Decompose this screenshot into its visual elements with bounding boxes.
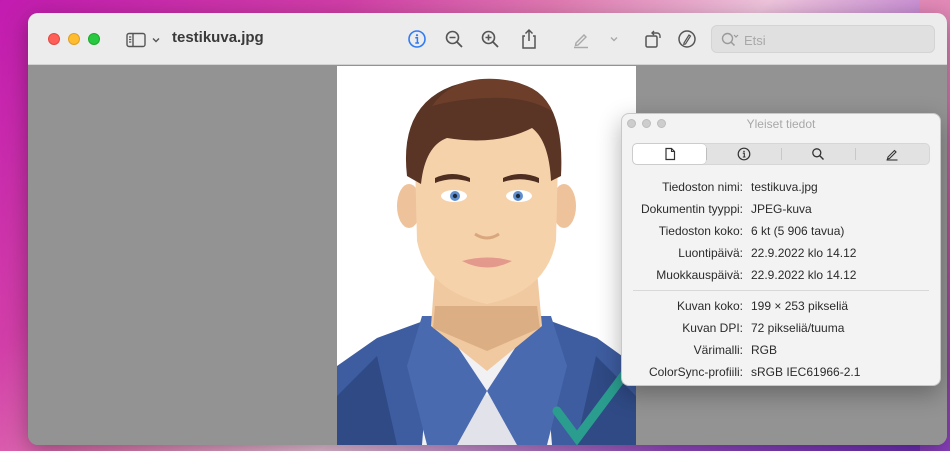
zoom-out-button[interactable] — [442, 27, 466, 51]
tab-keywords[interactable] — [782, 144, 855, 164]
markup-toolbar-button[interactable] — [675, 27, 699, 51]
info-value: 199 × 253 pikseliä — [751, 299, 849, 313]
zoom-in-button[interactable] — [478, 27, 502, 51]
inspector-titlebar: Yleiset tiedot — [622, 114, 940, 134]
markup-pen-icon — [574, 34, 588, 49]
search-icon — [721, 32, 739, 47]
portrait-illustration — [337, 66, 636, 445]
minimize-button[interactable] — [68, 33, 80, 45]
zoom-out-icon — [445, 30, 463, 48]
search-field[interactable] — [711, 25, 935, 53]
info-value: 6 kt (5 906 tavua) — [751, 224, 845, 238]
info-row-file-name: Tiedoston nimi: testikuva.jpg — [622, 176, 940, 198]
sidebar-icon — [126, 32, 146, 48]
info-row-color-model: Värimalli: RGB — [622, 339, 940, 361]
info-value: sRGB IEC61966-2.1 — [751, 365, 861, 379]
sidebar-toggle-button[interactable] — [126, 30, 162, 50]
share-button[interactable] — [517, 27, 541, 51]
info-value: RGB — [751, 343, 778, 357]
info-label: ColorSync-profiili: — [648, 365, 743, 379]
chevron-down-icon — [152, 38, 160, 43]
chevron-down-icon — [610, 37, 618, 42]
search-icon — [812, 148, 825, 160]
zoom-in-icon — [481, 30, 499, 48]
info-icon — [408, 30, 426, 48]
info-label: Kuvan DPI: — [682, 321, 743, 335]
info-label: Tiedoston koko: — [658, 224, 743, 238]
search-input[interactable] — [744, 29, 924, 51]
toolbar: testikuva.jpg — [28, 13, 947, 65]
window-title: testikuva.jpg — [172, 29, 264, 46]
markup-menu-button[interactable] — [606, 27, 622, 51]
info-label: Värimalli: — [693, 343, 743, 357]
inspector-panel: Yleiset tiedot Tiedoston nimi: testikuva… — [621, 113, 941, 386]
info-value: 22.9.2022 klo 14.12 — [751, 246, 857, 260]
tab-annotations[interactable] — [856, 144, 929, 164]
info-row-document-type: Dokumentin tyyppi: JPEG-kuva — [622, 198, 940, 220]
share-icon — [522, 28, 536, 49]
info-label: Muokkauspäivä: — [656, 268, 743, 282]
info-label: Tiedoston nimi: — [662, 180, 743, 194]
inspector-tabs — [632, 143, 930, 165]
info-value: JPEG-kuva — [751, 202, 812, 216]
info-button[interactable] — [405, 27, 429, 51]
info-row-image-dpi: Kuvan DPI: 72 pikseliä/tuuma — [622, 317, 940, 339]
info-row-file-size: Tiedoston koko: 6 kt (5 906 tavua) — [622, 220, 940, 242]
document-icon — [665, 147, 675, 161]
info-row-modified: Muokkauspäivä: 22.9.2022 klo 14.12 — [622, 264, 940, 286]
rotate-icon — [645, 30, 661, 48]
info-row-colorsync-profile: ColorSync-profiili: sRGB IEC61966-2.1 — [622, 361, 940, 383]
close-button[interactable] — [48, 33, 60, 45]
info-icon — [737, 147, 751, 161]
zoom-button[interactable] — [88, 33, 100, 45]
document-image[interactable] — [337, 66, 636, 445]
markup-button[interactable] — [569, 27, 593, 51]
info-value: 72 pikseliä/tuuma — [751, 321, 845, 335]
pencil-icon — [886, 149, 898, 161]
markup-circle-icon — [678, 30, 696, 48]
info-value: testikuva.jpg — [751, 180, 818, 194]
info-row-created: Luontipäivä: 22.9.2022 klo 14.12 — [622, 242, 940, 264]
info-label: Kuvan koko: — [676, 299, 743, 313]
info-row-image-size: Kuvan koko: 199 × 253 pikseliä — [622, 295, 940, 317]
rotate-button[interactable] — [641, 27, 665, 51]
info-value: 22.9.2022 klo 14.12 — [751, 268, 857, 282]
inspector-title: Yleiset tiedot — [746, 117, 816, 131]
info-label: Luontipäivä: — [678, 246, 743, 260]
info-label: Dokumentin tyyppi: — [640, 202, 743, 216]
info-list: Tiedoston nimi: testikuva.jpg Dokumentin… — [622, 176, 940, 383]
section-divider — [633, 290, 929, 291]
tab-more-info[interactable] — [707, 144, 780, 164]
tab-general[interactable] — [633, 144, 707, 164]
